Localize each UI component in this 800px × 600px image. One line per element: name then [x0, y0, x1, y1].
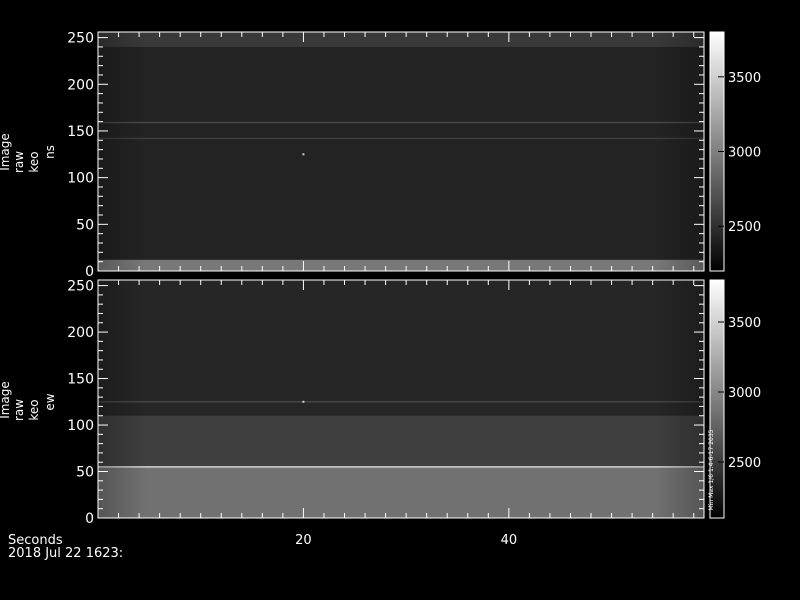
timestamp: 2018 Jul 22 1623:: [8, 546, 123, 561]
ylabel-line: keo: [27, 151, 41, 172]
panel-ns: Image raw keo ns 050100150200250 2500300…: [0, 31, 761, 280]
colorbar-tick-label: 2500: [728, 456, 761, 471]
colorbar: 2500 3000 3500: [709, 31, 761, 272]
x-tick-label: 20: [295, 533, 312, 548]
y-tick-label: 100: [67, 171, 94, 187]
colorbar-tick-label: 2500: [728, 220, 761, 235]
y-tick-label: 200: [67, 325, 94, 341]
ylabel-ew: Image raw keo ew: [0, 381, 57, 421]
panel-ew: Image raw keo ew 0 50 100 150 200 250 20 40 250…: [0, 279, 761, 548]
heatmap-image: [98, 280, 704, 518]
y-tick-label: 250: [67, 31, 94, 47]
colorbar: 2500 3000 3500: [709, 279, 761, 519]
y-tick-label: 50: [76, 217, 94, 233]
ylabel-ns: Image raw keo ns: [0, 133, 57, 173]
y-tick-label: 250: [67, 279, 94, 295]
heatmap-image: [98, 32, 704, 271]
y-tick-label: 150: [67, 372, 94, 388]
y-tick-label: 50: [76, 465, 94, 481]
y-tick-label: 200: [67, 77, 94, 93]
colorbar-tick-label: 3500: [728, 316, 761, 331]
colorbar-tick-label: 3000: [728, 146, 761, 161]
ylabel-line: ew: [43, 393, 57, 410]
ylabel-line: raw: [12, 151, 26, 173]
y-tick-label: 100: [67, 418, 94, 434]
ylabel-line: Image: [0, 133, 12, 171]
ylabel-line: raw: [12, 399, 26, 421]
colorbar-tick-label: 3500: [728, 71, 761, 86]
heatmap-vignette: [98, 32, 704, 271]
ylabel-line: ns: [43, 145, 57, 159]
colorbar-side-annotation: Min Max 1/6 1.4-6-17 2035: [708, 429, 715, 510]
y-tick-label: 150: [67, 124, 94, 140]
y-tick-label: 0: [85, 511, 94, 527]
keogram-figure: Image raw keo ns 0 50 100 150 200 250 2500 300…: [0, 31, 761, 561]
ylabel-line: keo: [27, 399, 41, 420]
heatmap-vignette: [98, 280, 704, 518]
ylabel-line: Image: [0, 381, 12, 419]
x-tick-label: 40: [501, 533, 518, 548]
colorbar-tick-label: 3000: [728, 386, 761, 401]
